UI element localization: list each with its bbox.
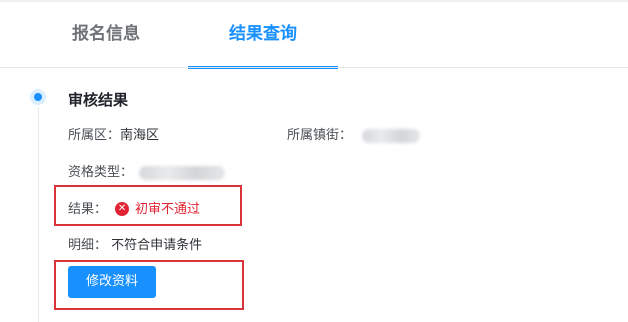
qualification-row: 资格类型： (68, 161, 226, 180)
tab-bar: 报名信息 结果查询 (0, 2, 628, 69)
district-row: 所属区：南海区 (68, 124, 159, 143)
district-value: 南海区 (120, 128, 160, 143)
detail-value: 不符合申请条件 (111, 238, 203, 253)
street-row: 所属镇街： (287, 124, 421, 143)
redacted-qualification-value (139, 165, 226, 180)
redacted-street-value (362, 128, 421, 143)
qualification-label: 资格类型： (68, 165, 134, 180)
highlight-box-result (54, 185, 242, 226)
tab-registration-info[interactable]: 报名信息 (26, 2, 186, 66)
detail-label: 明细： (68, 238, 108, 253)
district-label: 所属区： (68, 128, 121, 143)
tab-result-query[interactable]: 结果查询 (188, 2, 338, 66)
detail-row: 明细： 不符合申请条件 (68, 234, 202, 253)
section-title: 审核结果 (68, 91, 129, 109)
tab-divider (0, 67, 628, 68)
highlight-box-button (54, 260, 244, 310)
street-label: 所属镇街： (287, 128, 353, 143)
timeline-line (38, 108, 39, 322)
timeline-dot-icon (30, 89, 46, 105)
